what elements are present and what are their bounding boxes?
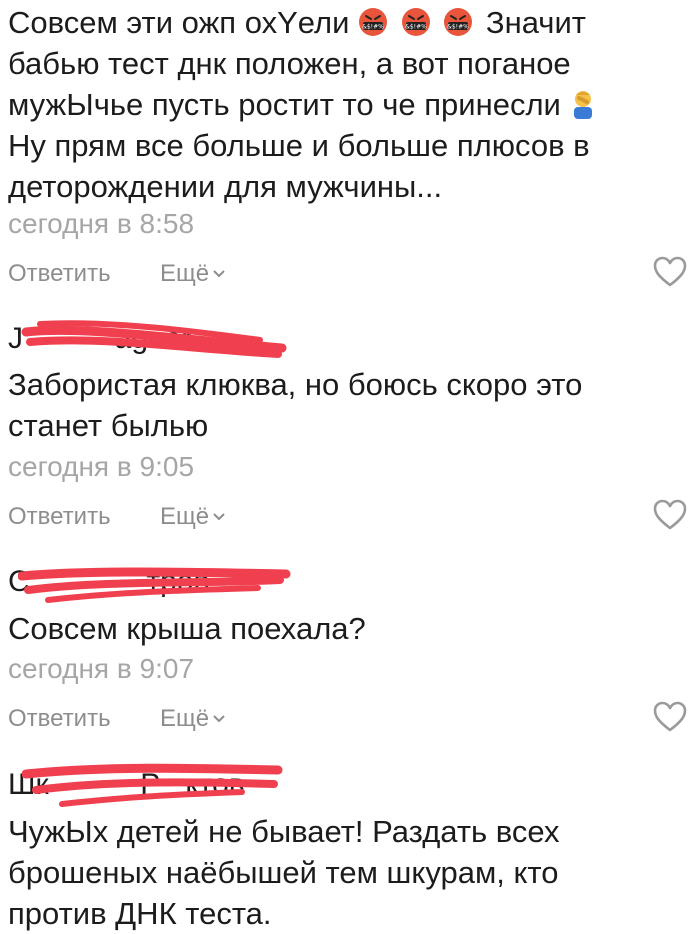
heart-icon[interactable]	[652, 699, 688, 735]
comment-actions: Ответить Ещё	[8, 699, 688, 739]
cursing-face-icon: &$!#%	[359, 8, 388, 36]
author-name-visible: J agner	[8, 322, 192, 355]
comment-text-line: деторождении для мужчины...	[8, 169, 443, 204]
heart-icon[interactable]	[652, 497, 688, 533]
cursing-face-icon: &$!#%	[401, 8, 430, 36]
more-label: Ещё	[160, 503, 210, 530]
chevron-down-icon	[213, 513, 225, 521]
more-button[interactable]: Ещё	[160, 705, 225, 733]
comment-text: Забористая клюква, но боюсь скоро это ст…	[8, 364, 688, 446]
author-name-visible: С тров	[8, 565, 210, 598]
comment-timestamp: сегодня в 9:05	[8, 451, 195, 482]
comment-text-line: мужЫчье пусть ростит то че принесли	[8, 87, 561, 122]
comment-text-line: против ДНК теста.	[8, 896, 272, 931]
comment-text: Совсем крыша поехала?	[8, 608, 688, 649]
comment-author[interactable]: Шк Р ктов	[8, 768, 245, 802]
heart-icon[interactable]	[652, 254, 688, 290]
comment-text: Совсем эти ожп охYели &$!#% &$!#% &$!#% …	[8, 2, 688, 207]
reply-button[interactable]: Ответить	[8, 503, 111, 531]
person-facepalming-icon	[573, 91, 592, 119]
comment-text-line: Ну прям все больше и больше плюсов в	[8, 128, 590, 163]
more-label: Ещё	[160, 705, 210, 732]
svg-text:&$!#%: &$!#%	[362, 24, 384, 31]
comment-actions: Ответить Ещё	[8, 254, 688, 294]
more-label: Ещё	[160, 260, 210, 287]
chevron-down-icon	[213, 715, 225, 723]
comment-timestamp: сегодня в 8:58	[8, 208, 195, 239]
author-name-visible: Шк Р ктов	[8, 768, 245, 801]
comment-text-line: ЧужЫх детей не бывает! Раздать всех	[8, 814, 560, 849]
comment-text-line: Совсем крыша поехала?	[8, 611, 366, 646]
more-button[interactable]: Ещё	[160, 503, 225, 531]
comment-text-line: станет былью	[8, 408, 209, 443]
svg-text:&$!#%: &$!#%	[447, 24, 469, 31]
comment-author[interactable]: С тров	[8, 565, 209, 599]
reply-button[interactable]: Ответить	[8, 705, 111, 733]
comment-actions: Ответить Ещё	[8, 497, 688, 537]
comment-text-line: бабью тест днк положен, а вот поганое	[8, 46, 571, 81]
comment-text-line: Совсем эти ожп охYели	[8, 5, 350, 40]
comment-text-line: брошеных наёбышей тем шкурам, кто	[8, 855, 559, 890]
comment-text: ЧужЫх детей не бывает! Раздать всех брош…	[8, 811, 688, 934]
comment-timestamp: сегодня в 9:07	[8, 653, 195, 684]
more-button[interactable]: Ещё	[160, 260, 225, 288]
comment-text-line: Забористая клюква, но боюсь скоро это	[8, 367, 583, 402]
reply-button[interactable]: Ответить	[8, 260, 111, 288]
chevron-down-icon	[213, 270, 225, 278]
cursing-face-icon: &$!#%	[444, 8, 473, 36]
comment-text-fragment: Значит	[485, 5, 586, 40]
svg-text:&$!#%: &$!#%	[405, 24, 427, 31]
comment-author[interactable]: J agner	[8, 322, 191, 356]
